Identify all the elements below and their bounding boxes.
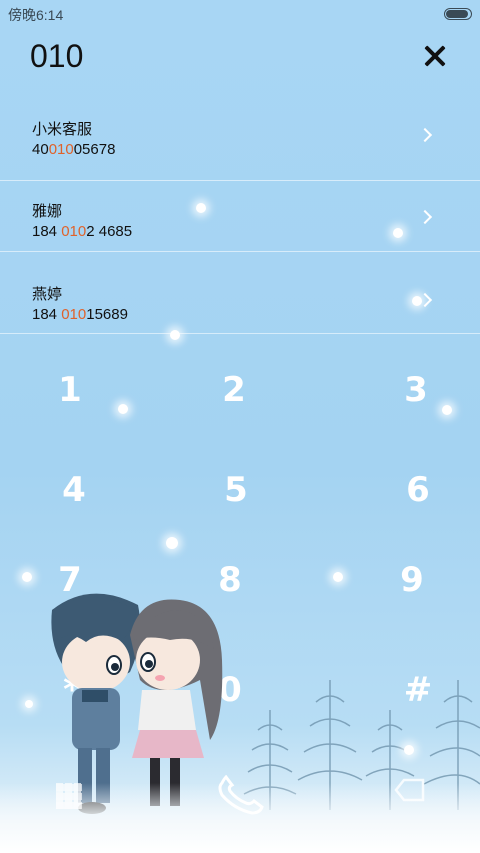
close-icon[interactable] bbox=[420, 42, 450, 72]
snowflake bbox=[196, 203, 206, 213]
divider bbox=[0, 251, 480, 252]
snowflake bbox=[442, 405, 452, 415]
result-row[interactable]: 雅娜 184 0102 4685 bbox=[0, 180, 480, 262]
contact-number: 184 0102 4685 bbox=[32, 223, 133, 240]
battery-level bbox=[446, 10, 468, 18]
status-bar: 傍晚6:14 bbox=[0, 0, 480, 28]
snowflake bbox=[22, 572, 32, 582]
contact-name: 雅娜 bbox=[32, 202, 63, 220]
dial-key-1[interactable]: 1 bbox=[40, 360, 100, 420]
delete-icon[interactable] bbox=[394, 777, 426, 803]
call-icon[interactable] bbox=[212, 775, 272, 815]
dial-key-4[interactable]: 4 bbox=[44, 460, 104, 520]
snowflake bbox=[412, 296, 422, 306]
dialpad-toggle-icon[interactable] bbox=[56, 783, 82, 809]
dial-key-6[interactable]: 6 bbox=[388, 460, 448, 520]
snowflake bbox=[333, 572, 343, 582]
dial-key-3[interactable]: 3 bbox=[386, 360, 446, 420]
snowflake bbox=[404, 745, 414, 755]
result-row[interactable]: 小米客服 4001005678 bbox=[0, 98, 480, 180]
dial-key-5[interactable]: 5 bbox=[206, 460, 266, 520]
search-query[interactable]: 010 bbox=[30, 38, 83, 75]
girl-figure bbox=[130, 599, 223, 806]
snowflake bbox=[170, 330, 180, 340]
bottom-bar bbox=[0, 775, 480, 833]
snowflake bbox=[393, 228, 403, 238]
snowflake bbox=[25, 700, 33, 708]
chevron-right-icon[interactable] bbox=[417, 127, 433, 143]
contact-name: 小米客服 bbox=[32, 120, 93, 138]
dial-key-2[interactable]: 2 bbox=[204, 360, 264, 420]
battery-icon bbox=[444, 8, 472, 20]
contact-number: 184 01015689 bbox=[32, 306, 128, 323]
contact-name: 燕婷 bbox=[32, 285, 63, 303]
chevron-right-icon[interactable] bbox=[417, 209, 433, 225]
contact-number: 4001005678 bbox=[32, 141, 116, 158]
status-time: 傍晚6:14 bbox=[8, 7, 64, 23]
snowflake bbox=[118, 404, 128, 414]
divider bbox=[0, 333, 480, 334]
boy-figure bbox=[51, 593, 141, 814]
snowflake bbox=[166, 537, 178, 549]
